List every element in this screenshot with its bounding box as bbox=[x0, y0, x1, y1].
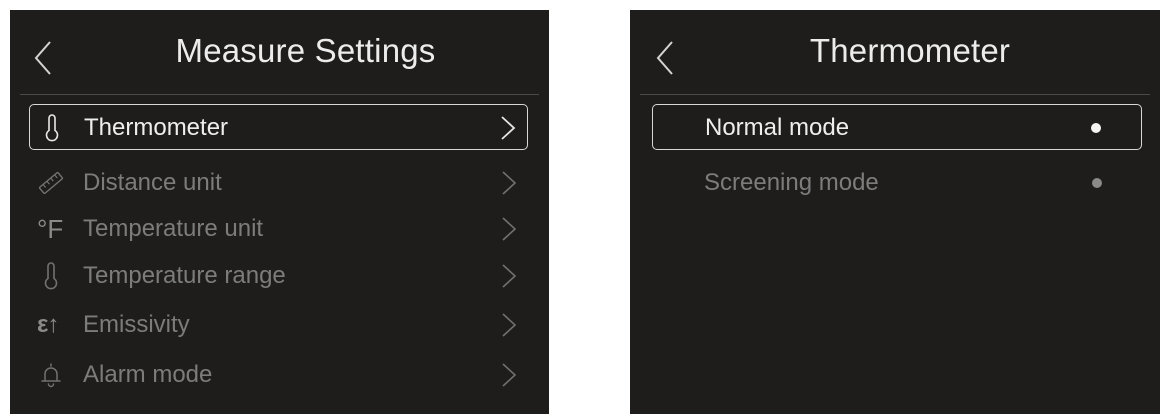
menu-item-emissivity[interactable]: ε↑ Emissivity bbox=[29, 302, 528, 348]
option-label: Normal mode bbox=[705, 114, 850, 141]
bell-icon bbox=[37, 361, 65, 389]
radio-dot-icon bbox=[1092, 178, 1102, 188]
header-divider bbox=[20, 94, 539, 95]
page-title: Thermometer bbox=[809, 32, 1011, 69]
thermometer-header: Thermometer bbox=[630, 10, 1160, 95]
chevron-right-icon bbox=[500, 169, 518, 197]
menu-item-label: Thermometer bbox=[84, 114, 229, 141]
menu-item-label: Distance unit bbox=[83, 169, 222, 196]
thermometer-icon bbox=[37, 262, 65, 290]
measure-settings-header: Measure Settings bbox=[10, 10, 549, 95]
option-screening-mode[interactable]: Screening mode bbox=[652, 160, 1142, 206]
chevron-right-icon bbox=[500, 361, 518, 389]
menu-item-temperature-unit[interactable]: °F Temperature unit bbox=[29, 206, 528, 252]
menu-item-temperature-range[interactable]: Temperature range bbox=[29, 253, 528, 299]
radio-dot-icon bbox=[1091, 123, 1101, 133]
chevron-right-icon bbox=[500, 311, 518, 339]
chevron-right-icon bbox=[500, 262, 518, 290]
header-divider bbox=[640, 94, 1150, 95]
menu-item-distance-unit[interactable]: Distance unit bbox=[29, 160, 528, 206]
ruler-icon bbox=[37, 169, 65, 197]
page-title: Measure Settings bbox=[175, 32, 436, 69]
menu-item-label: Emissivity bbox=[83, 311, 190, 338]
menu-item-alarm-mode[interactable]: Alarm mode bbox=[29, 352, 528, 398]
emissivity-icon: ε↑ bbox=[37, 311, 59, 338]
menu-item-label: Temperature unit bbox=[83, 215, 264, 242]
menu-item-thermometer[interactable]: Thermometer bbox=[29, 104, 528, 150]
option-normal-mode[interactable]: Normal mode bbox=[652, 104, 1142, 150]
chevron-right-icon bbox=[500, 215, 518, 243]
measure-settings-panel: Measure Settings Thermometer Distance un… bbox=[10, 10, 549, 414]
menu-item-label: Temperature range bbox=[83, 262, 286, 289]
fahrenheit-unit-icon: °F bbox=[37, 214, 64, 244]
option-label: Screening mode bbox=[704, 169, 879, 196]
thermometer-panel: Thermometer Normal mode Screening mode bbox=[630, 10, 1160, 414]
menu-item-label: Alarm mode bbox=[83, 361, 213, 388]
thermometer-icon bbox=[38, 114, 66, 142]
chevron-right-icon bbox=[499, 114, 517, 142]
